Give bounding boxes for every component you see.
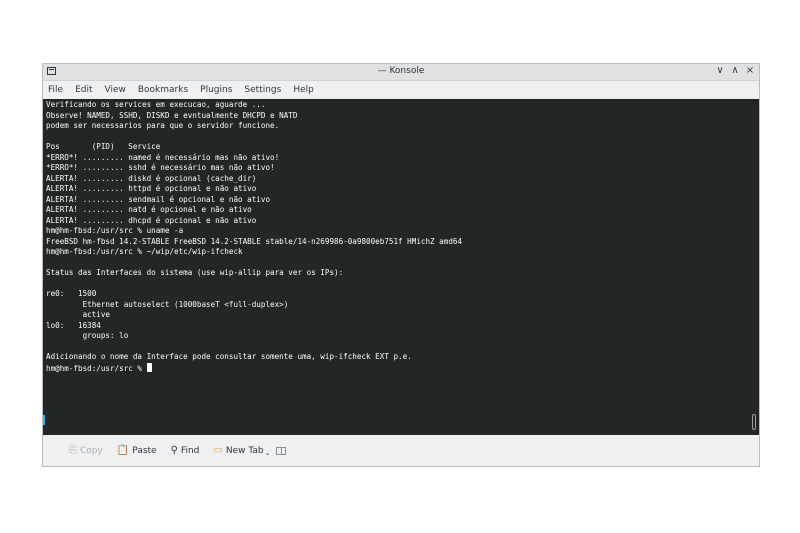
terminal-line: hm@hm-fbsd:/usr/src % uname -a [46,226,184,235]
terminal-line: lo0: 16384 [46,320,101,330]
terminal-line: Status das Interfaces do sistema (use wi… [46,268,344,277]
terminal-line: ALERTA! ......... natd é opcional e não … [46,205,252,214]
terminal-line: *ERRO*! ......... named é necessário mas… [46,152,280,162]
terminal-output[interactable]: Verificando os services em execucao, agu… [43,99,759,374]
terminal-line: Ethernet autoselect (1000baseT <full-dup… [46,299,289,309]
find-label: Find [180,445,200,456]
split-view-icon[interactable] [276,446,287,455]
terminal-line: Pos (PID) Service [46,142,161,151]
menu-bookmarks[interactable]: Bookmarks [138,85,188,95]
terminal-line: FreeBSD hm-fbsd 14.2-STABLE FreeBSD 14.2… [46,236,463,246]
copy-icon: ⎘ [69,445,77,456]
menu-view[interactable]: View [105,85,126,95]
terminal-line: hm@hm-fbsd:/usr/src % ~/wip/etc/wip-ifch… [46,247,243,256]
konsole-window: — Konsole ∨ ∧ × File Edit View Bookmarks… [42,63,760,467]
paste-icon: 📋 [116,445,130,456]
new-tab-icon: ▭ [213,445,223,456]
copy-label: Copy [80,445,103,456]
terminal-line: ALERTA! ......... httpd é opcional e não… [46,184,257,193]
close-button[interactable]: × [745,65,755,76]
minimize-button[interactable]: ∨ [715,65,725,76]
terminal-view[interactable]: Verificando os services em execucao, agu… [43,99,759,435]
menu-settings[interactable]: Settings [244,85,281,95]
menu-help[interactable]: Help [293,85,314,95]
chevron-down-icon[interactable]: ⌄ [265,449,271,457]
terminal-line: re0: 1500 [46,289,97,298]
menu-bar: File Edit View Bookmarks Plugins Setting… [43,81,759,100]
menu-plugins[interactable]: Plugins [200,85,232,95]
terminal-line: groups: lo [46,331,129,340]
window-title: — Konsole [377,66,425,76]
terminal-line: ALERTA! ......... diskd é opcional (cach… [46,173,257,183]
find-button[interactable]: ⚲ Find [171,445,200,456]
new-tab-label: New Tab [225,445,264,456]
terminal-line: active [46,310,111,319]
paste-label: Paste [132,445,157,456]
terminal-line: *ERRO*! ......... sshd é necessário mas … [46,163,275,172]
terminal-prompt: hm@hm-fbsd:/usr/src % [46,363,147,373]
binoculars-icon: ⚲ [170,445,178,456]
scroll-marker [43,415,45,425]
menu-file[interactable]: File [48,85,63,95]
terminal-line: podem ser necessarios para que o servido… [46,121,280,130]
terminal-line: Observe! NAMED, SSHD, DISKD e evntualmen… [46,110,298,120]
terminal-line: ALERTA! ......... dhcpd é opcional e não… [46,215,257,225]
scrollbar-handle[interactable] [752,414,756,430]
title-bar[interactable]: — Konsole ∨ ∧ × [43,64,759,81]
bottom-toolbar: ⎘ Copy 📋 Paste ⚲ Find ▭ New Tab ⌄ [43,435,759,466]
maximize-button[interactable]: ∧ [730,65,740,76]
paste-button[interactable]: 📋 Paste [117,445,157,456]
window-controls: ∨ ∧ × [715,65,755,76]
new-tab-button[interactable]: ▭ New Tab ⌄ [213,444,270,457]
terminal-line: Adicionando o nome da Interface pode con… [46,352,412,361]
menu-edit[interactable]: Edit [75,85,92,95]
copy-button[interactable]: ⎘ Copy [69,445,103,456]
terminal-line: Verificando os services em execucao, agu… [46,100,266,109]
terminal-line: ALERTA! ......... sendmail é opcional e … [46,194,271,204]
text-cursor [146,362,152,372]
